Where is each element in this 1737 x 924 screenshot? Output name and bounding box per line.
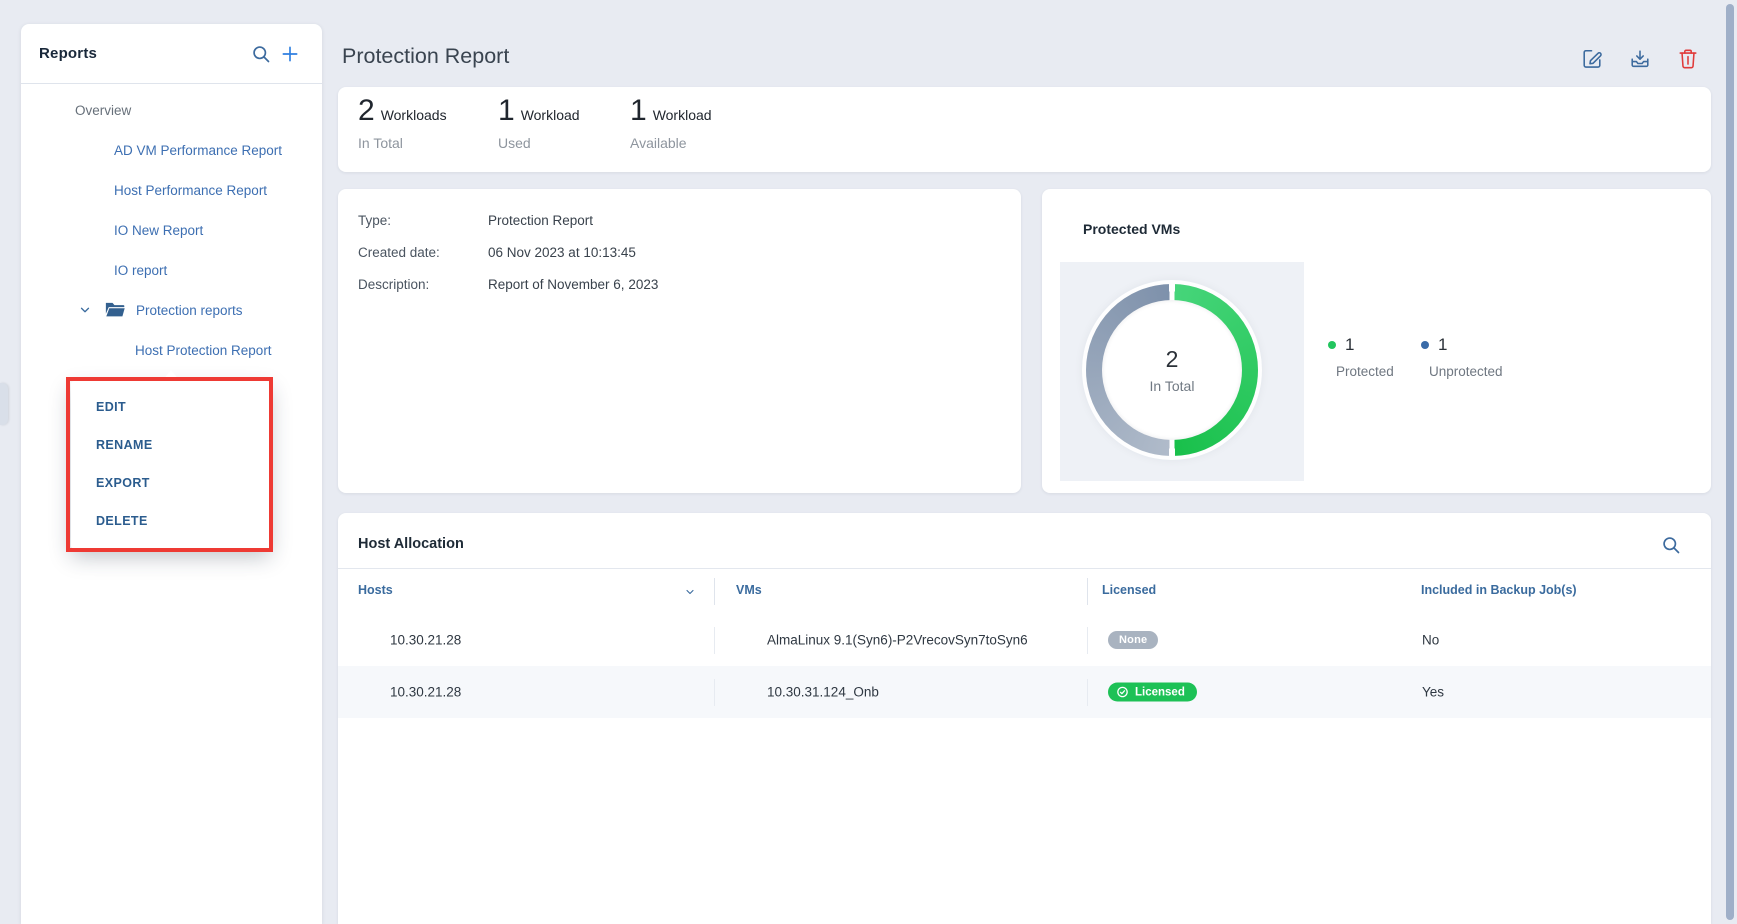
add-report-icon[interactable] bbox=[280, 44, 300, 64]
sidebar-item-io-report[interactable]: IO report bbox=[21, 250, 322, 290]
column-divider bbox=[714, 627, 715, 654]
protected-vms-title: Protected VMs bbox=[1083, 221, 1180, 237]
column-header-vms[interactable]: VMs bbox=[736, 583, 762, 597]
stat-available-workloads: 1 Workload Available bbox=[630, 96, 712, 151]
edit-report-icon[interactable] bbox=[1581, 48, 1603, 70]
license-badge-licensed: Licensed bbox=[1108, 683, 1197, 702]
workloads-summary-card: 2 Workloads In Total 1 Workload Used 1 W… bbox=[338, 87, 1711, 172]
sort-chevron-down-icon[interactable] bbox=[684, 585, 696, 597]
report-details-card: Type: Protection Report Created date: 06… bbox=[338, 189, 1021, 493]
report-context-menu: EDIT RENAME EXPORT DELETE bbox=[71, 381, 270, 549]
report-actions bbox=[1581, 48, 1699, 70]
column-divider bbox=[714, 679, 715, 706]
sidebar-folder-protection-reports[interactable]: Protection reports bbox=[21, 290, 322, 330]
column-header-included[interactable]: Included in Backup Job(s) bbox=[1421, 583, 1577, 597]
sidebar-item-io-new-report[interactable]: IO New Report bbox=[21, 210, 322, 250]
host-allocation-card: Host Allocation Hosts VMs Licensed Inclu… bbox=[338, 513, 1711, 924]
vm-cell: 10.30.31.124_Onb bbox=[767, 685, 879, 700]
panel-collapse-handle[interactable] bbox=[0, 383, 8, 425]
search-icon[interactable] bbox=[251, 44, 271, 64]
page-scrollbar[interactable] bbox=[1726, 4, 1734, 920]
sidebar-item-overview[interactable]: Overview bbox=[21, 90, 322, 130]
detail-row-type: Type: Protection Report bbox=[338, 204, 1021, 236]
delete-report-icon[interactable] bbox=[1677, 48, 1699, 70]
legend-item-protected: 1 Protected bbox=[1328, 335, 1407, 379]
context-menu-caret bbox=[162, 370, 180, 381]
column-divider bbox=[1087, 627, 1088, 654]
sidebar-title: Reports bbox=[39, 45, 97, 62]
protected-dot-icon bbox=[1328, 341, 1336, 349]
chevron-down-icon[interactable] bbox=[78, 303, 92, 317]
reports-list: Overview AD VM Performance Report Host P… bbox=[21, 84, 322, 370]
table-search-icon[interactable] bbox=[1661, 535, 1681, 555]
table-row[interactable]: 10.30.21.28 AlmaLinux 9.1(Syn6)-P2Vrecov… bbox=[338, 614, 1711, 666]
menu-item-export[interactable]: EXPORT bbox=[71, 464, 270, 502]
host-allocation-title: Host Allocation bbox=[358, 536, 464, 552]
column-divider bbox=[714, 578, 715, 605]
menu-item-rename[interactable]: RENAME bbox=[71, 426, 270, 464]
included-cell: Yes bbox=[1422, 685, 1444, 700]
unprotected-dot-icon bbox=[1421, 341, 1429, 349]
host-cell: 10.30.21.28 bbox=[390, 633, 461, 648]
menu-item-delete[interactable]: DELETE bbox=[71, 502, 270, 540]
table-row[interactable]: 10.30.21.28 10.30.31.124_Onb Licensed Ye… bbox=[338, 666, 1711, 718]
folder-open-icon bbox=[105, 301, 126, 319]
column-divider bbox=[1087, 578, 1088, 605]
legend-item-unprotected: 1 Unprotected bbox=[1421, 335, 1503, 379]
column-header-hosts[interactable]: Hosts bbox=[358, 583, 393, 597]
sidebar-header: Reports bbox=[21, 24, 322, 84]
sidebar-item-host-protection-report[interactable]: Host Protection Report bbox=[21, 330, 322, 370]
detail-row-description: Description: Report of November 6, 2023 bbox=[338, 268, 1021, 300]
license-badge-none: None bbox=[1108, 631, 1158, 649]
sidebar-item-host-performance-report[interactable]: Host Performance Report bbox=[21, 170, 322, 210]
page-title: Protection Report bbox=[342, 44, 509, 69]
check-circle-icon bbox=[1116, 686, 1129, 699]
detail-row-created-date: Created date: 06 Nov 2023 at 10:13:45 bbox=[338, 236, 1021, 268]
donut-chart-panel: 2 In Total bbox=[1060, 262, 1304, 481]
protection-report-page: { "sidebar": { "title": "Reports", "item… bbox=[0, 0, 1737, 924]
host-cell: 10.30.21.28 bbox=[390, 685, 461, 700]
donut-total-label: In Total bbox=[1150, 378, 1195, 394]
column-divider bbox=[1087, 679, 1088, 706]
stat-used-workloads: 1 Workload Used bbox=[498, 96, 580, 151]
donut-total-value: 2 bbox=[1166, 346, 1179, 373]
donut-legend: 1 Protected 1 Unprotected bbox=[1328, 335, 1503, 379]
stat-total-workloads: 2 Workloads In Total bbox=[358, 96, 447, 151]
donut-center: 2 In Total bbox=[1102, 300, 1242, 440]
included-cell: No bbox=[1422, 633, 1439, 648]
protected-vms-card: Protected VMs 2 In Total 1 Protected 1 U… bbox=[1042, 189, 1711, 493]
sidebar-item-ad-vm-performance-report[interactable]: AD VM Performance Report bbox=[21, 130, 322, 170]
vm-cell: AlmaLinux 9.1(Syn6)-P2VrecovSyn7toSyn6 bbox=[767, 633, 1028, 648]
column-header-licensed[interactable]: Licensed bbox=[1102, 583, 1156, 597]
protected-vms-donut-chart: 2 In Total bbox=[1086, 284, 1258, 456]
export-report-icon[interactable] bbox=[1629, 48, 1651, 70]
menu-item-edit[interactable]: EDIT bbox=[71, 388, 270, 426]
table-header: Hosts VMs Licensed Included in Backup Jo… bbox=[338, 569, 1711, 614]
